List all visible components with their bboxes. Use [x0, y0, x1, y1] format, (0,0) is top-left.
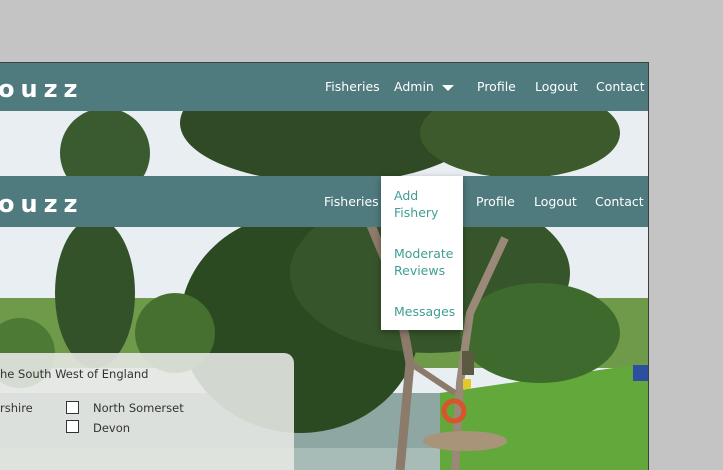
nav-contact-link[interactable]: Contact [596, 79, 645, 94]
north-somerset-checkbox[interactable] [66, 401, 79, 414]
dropdown-item-messages[interactable]: Messages [394, 303, 459, 320]
filter-panel-title: he South West of England [0, 367, 149, 381]
brand-logo[interactable]: ouzz [0, 75, 84, 103]
nav-fisheries-link[interactable]: Fisheries [325, 79, 380, 94]
nav-admin-dropdown[interactable]: Admin [394, 79, 454, 94]
filter-option-label: rshire [0, 401, 33, 415]
dropdown-item-add-fishery[interactable]: Add Fishery [394, 187, 459, 221]
top-navbar: ouzz Fisheries Profile Logout Contact [0, 176, 648, 227]
region-filter-panel: he South West of England rshire North So… [0, 353, 294, 470]
brand-logo[interactable]: ouzz [0, 190, 84, 218]
nav-fisheries-link[interactable]: Fisheries [324, 194, 379, 209]
top-navbar-background: ouzz Fisheries Admin Profile Logout Cont… [0, 63, 648, 111]
nav-profile-link[interactable]: Profile [477, 79, 516, 94]
nav-logout-link[interactable]: Logout [534, 194, 577, 209]
nav-contact-link[interactable]: Contact [595, 194, 644, 209]
chevron-down-icon [441, 84, 454, 91]
nav-profile-link[interactable]: Profile [476, 194, 515, 209]
admin-dropdown-menu: Add Fishery Moderate Reviews Messages [381, 176, 463, 330]
filter-option-label: Devon [93, 421, 131, 435]
nav-logout-link[interactable]: Logout [535, 79, 578, 94]
devon-checkbox[interactable] [66, 420, 79, 433]
filter-option-label: North Somerset [93, 401, 184, 415]
dropdown-item-moderate-reviews[interactable]: Moderate Reviews [394, 245, 459, 279]
browser-viewport: ouzz Fisheries Admin Profile Logout Cont… [0, 62, 649, 470]
nav-admin-label: Admin [394, 79, 434, 94]
